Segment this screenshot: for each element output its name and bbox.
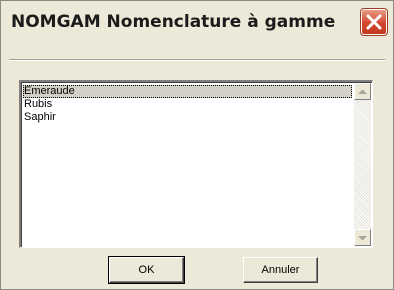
window-title: NOMGAM Nomenclature à gamme	[11, 12, 336, 32]
vertical-scrollbar[interactable]	[354, 83, 371, 246]
list-item[interactable]: Saphir	[23, 111, 352, 124]
item-listbox[interactable]: Emeraude Rubis Saphir	[19, 80, 373, 248]
ok-button[interactable]: OK	[108, 256, 185, 284]
close-button[interactable]	[360, 8, 388, 36]
cancel-button[interactable]: Annuler	[243, 257, 318, 283]
scroll-up-button[interactable]	[354, 83, 371, 100]
arrow-up-icon	[358, 89, 367, 94]
scroll-down-button[interactable]	[354, 229, 371, 246]
title-bar[interactable]: NOMGAM Nomenclature à gamme	[1, 1, 393, 45]
title-divider	[9, 59, 385, 61]
arrow-down-icon	[358, 235, 367, 240]
list-item[interactable]: Rubis	[23, 98, 352, 111]
list-item[interactable]: Emeraude	[23, 85, 352, 98]
dialog-window: NOMGAM Nomenclature à gamme Emeraude Rub…	[0, 0, 394, 290]
close-icon	[366, 14, 382, 30]
list-items: Emeraude Rubis Saphir	[23, 85, 352, 124]
